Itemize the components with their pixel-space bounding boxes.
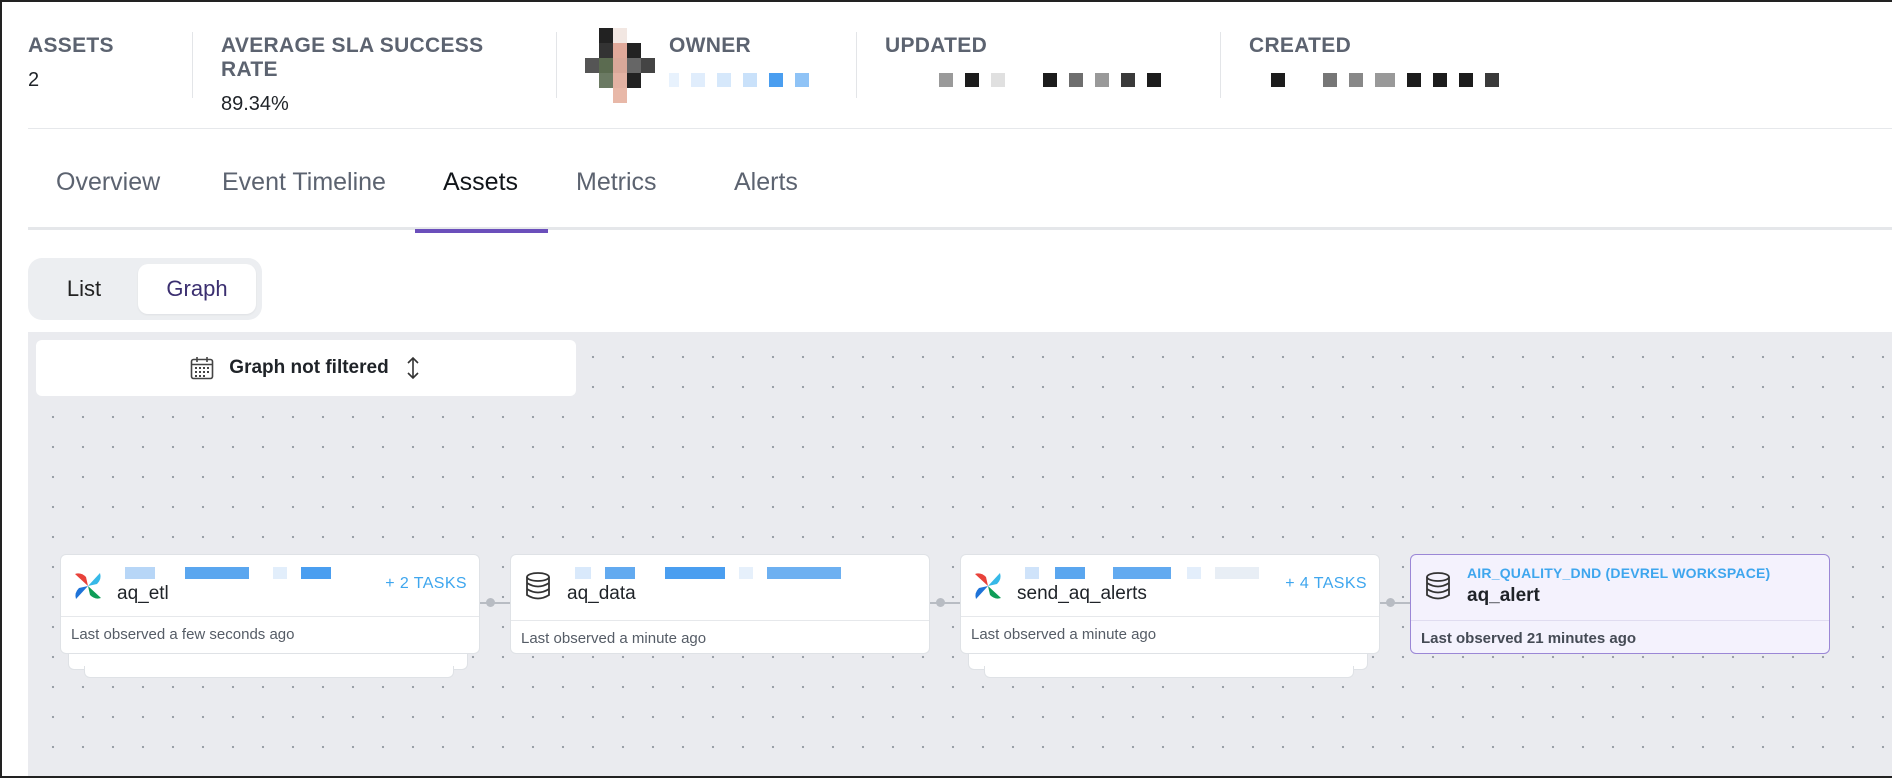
stat-updated-label: UPDATED	[885, 34, 988, 57]
tab-metrics[interactable]: Metrics	[548, 132, 685, 230]
tab-bar: Overview Event Timeline Assets Metrics A…	[28, 132, 1892, 233]
tab-assets[interactable]: Assets	[415, 132, 548, 233]
tab-alerts[interactable]: Alerts	[706, 132, 826, 230]
node-observed: Last observed a minute ago	[521, 630, 707, 647]
edge-etl-data	[480, 602, 512, 604]
node-observed: Last observed 21 minutes ago	[1421, 630, 1637, 647]
stat-sla-value: 89.34%	[221, 93, 289, 115]
asset-node-aq-alert[interactable]: AIR_QUALITY_DND (DEVREL WORKSPACE) aq_al…	[1410, 554, 1830, 654]
stat-created-label: CREATED	[1249, 34, 1352, 57]
node-name: aq_etl	[117, 583, 169, 604]
avatar[interactable]	[585, 28, 655, 104]
stat-owner-label: OWNER	[669, 34, 751, 57]
graph-filter-label: Graph not filtered	[229, 357, 389, 378]
asset-node-aq-data[interactable]: aq_data Last observed a minute ago	[510, 554, 930, 654]
edge-alerts-alert	[1380, 602, 1412, 604]
stats-divider	[28, 128, 1892, 129]
airflow-icon	[975, 573, 1001, 599]
view-toggle: List Graph	[28, 258, 262, 320]
stat-owner: OWNER	[556, 28, 856, 103]
stat-assets-value: 2	[28, 69, 40, 91]
stat-sla: AVERAGE SLA SUCCESS RATE 89.34%	[192, 32, 556, 115]
graph-canvas[interactable]: Graph not filtered aq_etl + 2 TASKS Last…	[28, 332, 1892, 776]
asset-node-aq-etl[interactable]: aq_etl + 2 TASKS Last observed a few sec…	[60, 554, 480, 654]
stat-updated: UPDATED	[856, 32, 1220, 98]
node-observed: Last observed a few seconds ago	[71, 626, 295, 643]
stat-sla-label: AVERAGE SLA SUCCESS RATE	[221, 34, 484, 81]
calendar-icon	[190, 357, 214, 380]
owner-name-redacted[interactable]	[669, 72, 809, 88]
airflow-icon	[75, 573, 101, 599]
database-icon	[526, 572, 550, 600]
app-frame: ASSETS 2 AVERAGE SLA SUCCESS RATE 89.34%	[0, 0, 1892, 778]
node-name: send_aq_alerts	[1017, 583, 1147, 604]
edge-data-alerts	[930, 602, 962, 604]
tasks-link[interactable]: + 4 TASKS	[1285, 575, 1367, 593]
tasks-link[interactable]: + 2 TASKS	[385, 575, 467, 593]
edge-dot	[936, 598, 945, 607]
stat-created: CREATED	[1220, 32, 1540, 98]
updated-redacted	[939, 72, 1192, 88]
node-stack	[84, 666, 454, 678]
node-name: aq_alert	[1467, 585, 1540, 606]
list-view-button[interactable]: List	[34, 264, 134, 314]
stat-assets-label: ASSETS	[28, 34, 114, 57]
node-observed: Last observed a minute ago	[971, 626, 1157, 643]
node-redacted	[125, 567, 331, 579]
database-icon	[1426, 572, 1450, 600]
stat-assets: ASSETS 2	[28, 32, 192, 98]
node-redacted	[1025, 567, 1259, 579]
node-stack	[984, 666, 1354, 678]
graph-view-button[interactable]: Graph	[138, 264, 256, 314]
node-name: aq_data	[567, 583, 636, 604]
node-workspace: AIR_QUALITY_DND (DEVREL WORKSPACE)	[1467, 565, 1771, 581]
created-redacted	[1271, 72, 1512, 88]
stats-bar: ASSETS 2 AVERAGE SLA SUCCESS RATE 89.34%	[28, 28, 1540, 115]
sort-arrows-icon	[407, 356, 419, 380]
asset-node-send-aq-alerts[interactable]: send_aq_alerts + 4 TASKS Last observed a…	[960, 554, 1380, 654]
tab-event-timeline[interactable]: Event Timeline	[194, 132, 414, 230]
edge-dot	[486, 598, 495, 607]
graph-filter-button[interactable]: Graph not filtered	[36, 340, 576, 396]
tab-overview[interactable]: Overview	[28, 132, 188, 230]
edge-dot	[1386, 598, 1395, 607]
node-redacted	[575, 567, 841, 579]
